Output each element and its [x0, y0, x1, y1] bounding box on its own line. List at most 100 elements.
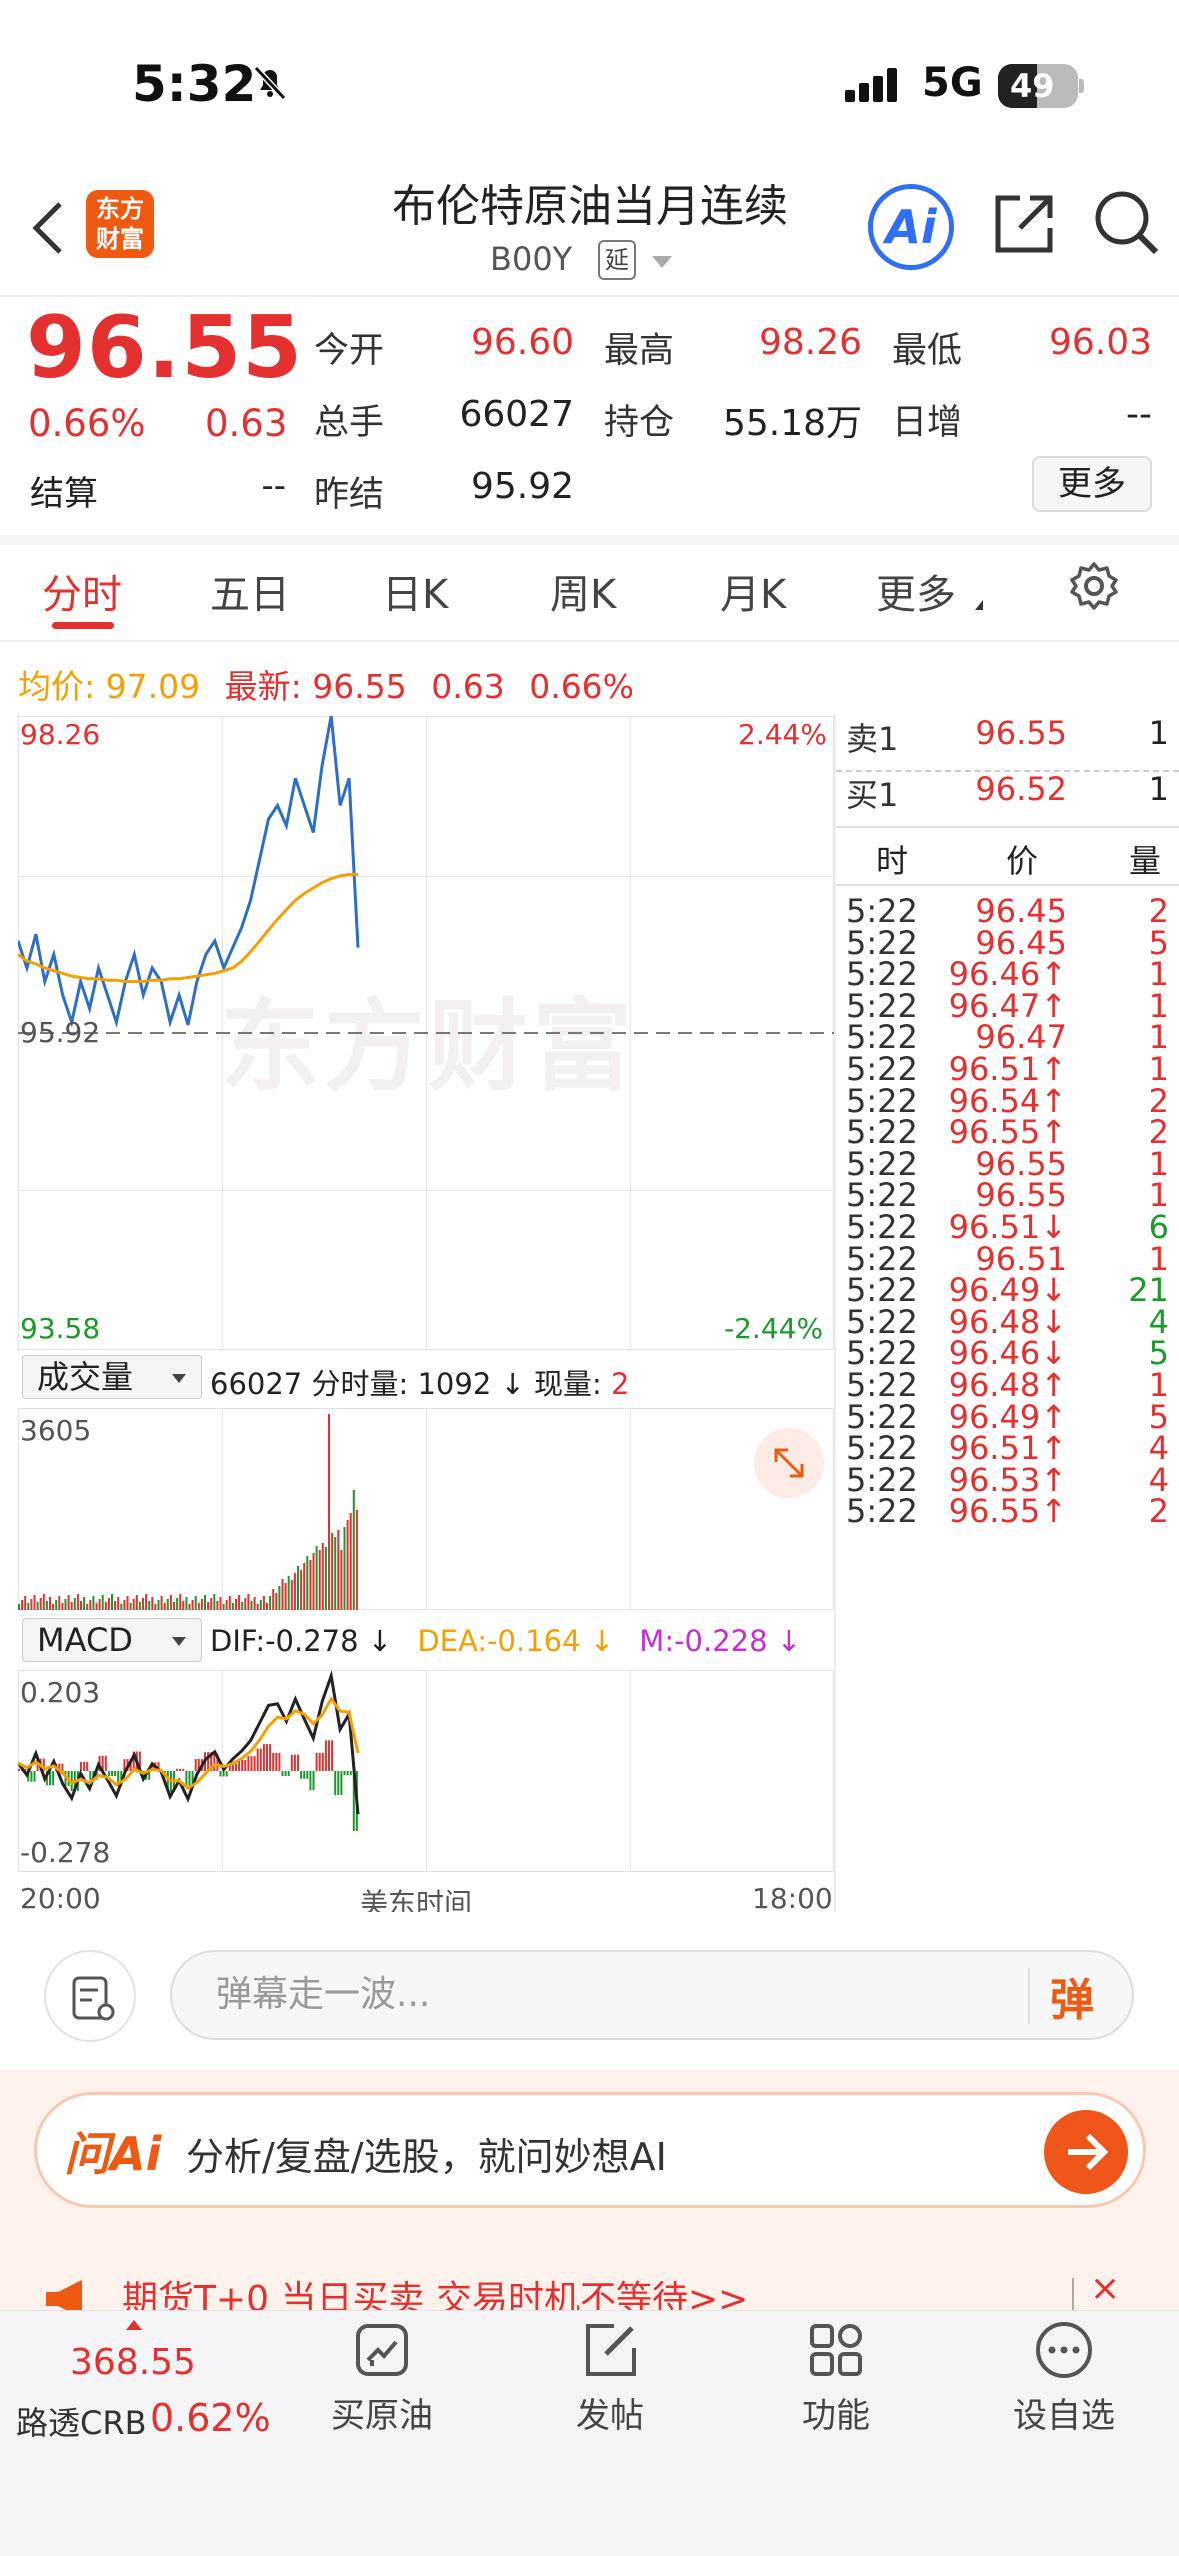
axis-mid-label: 95.92	[20, 1016, 101, 1049]
macd-bar	[297, 1754, 299, 1771]
macd-max-label: 0.203	[20, 1676, 101, 1709]
volume-bar	[188, 1604, 191, 1610]
avg-price-line	[18, 873, 358, 983]
more-button[interactable]: 更多	[1032, 456, 1152, 512]
volume-bar	[244, 1598, 247, 1610]
danmaku-toggle-icon[interactable]: 弹	[1050, 1964, 1094, 2028]
volume-bar	[132, 1599, 135, 1610]
volume-bar	[238, 1595, 241, 1610]
volume-bar	[185, 1597, 188, 1610]
header-qty: 量	[1128, 842, 1161, 880]
ai-go-button[interactable]	[1044, 2110, 1128, 2194]
tab-daily-k[interactable]: 日K	[382, 562, 448, 620]
macd-bar	[253, 1756, 256, 1771]
macd-bar	[33, 1771, 36, 1782]
active-tab-indicator	[52, 622, 114, 629]
volume-label: 总手	[314, 403, 385, 443]
interval-volume-arrow: ↓	[500, 1367, 525, 1401]
trade-row: 5:22 96.55↑ 2	[836, 1492, 1179, 1544]
macd-bar	[281, 1771, 284, 1777]
macd-bar	[107, 1771, 110, 1777]
volume-bar	[114, 1601, 117, 1610]
header-time: 时	[876, 842, 909, 880]
volume-bar	[148, 1601, 151, 1610]
volume-bar	[160, 1596, 163, 1610]
divider	[1028, 1968, 1030, 2024]
macd-min-label: -0.278	[20, 1836, 111, 1869]
danmaku-input[interactable]: 弹幕走一波...	[170, 1950, 1134, 2040]
dif-value: DIF:-0.278 ↓	[210, 1624, 393, 1658]
chevron-down-icon[interactable]	[652, 256, 672, 268]
nav-post[interactable]: 发帖	[530, 2320, 690, 2437]
note-button[interactable]	[44, 1950, 136, 2042]
tab-more[interactable]: 更多	[876, 562, 956, 620]
axis-low-pct: -2.44%	[724, 1312, 824, 1345]
macd-bar	[83, 1762, 86, 1771]
volume-bar	[293, 1573, 296, 1610]
settle-value: --	[261, 466, 286, 506]
volume-bar	[169, 1595, 172, 1610]
open-label: 今开	[314, 331, 385, 371]
volume-bar	[80, 1601, 82, 1610]
nav-buy-crude[interactable]: 买原油	[302, 2320, 462, 2437]
nav-label: 发帖	[576, 2396, 644, 2436]
crb-index-value[interactable]: 368.55	[70, 2342, 196, 2383]
volume-bar	[27, 1603, 30, 1610]
header-price: 价	[1006, 842, 1039, 880]
macd-bar	[259, 1748, 262, 1771]
search-icon[interactable]	[1092, 188, 1162, 258]
expand-icon	[774, 1448, 804, 1478]
volume-bar	[166, 1599, 169, 1610]
time-start-label: 20:00	[20, 1882, 101, 1915]
macd-plot	[18, 1670, 360, 1831]
nav-add-watchlist[interactable]: 设自选	[984, 2320, 1144, 2437]
macd-info: DIF:-0.278 ↓ DEA:-0.164 ↓ M:-0.228 ↓	[210, 1624, 801, 1658]
tab-five-day[interactable]: 五日	[210, 562, 290, 620]
interval-volume-value: 1092	[417, 1367, 492, 1401]
macd-bar	[331, 1740, 334, 1771]
macd-bar	[176, 1768, 179, 1771]
divider	[0, 535, 1179, 545]
battery-level: 49	[1010, 67, 1055, 105]
axis-high-label: 98.26	[20, 718, 101, 751]
app-logo: 东方 财富	[86, 190, 154, 258]
tab-weekly-k[interactable]: 周K	[550, 562, 616, 620]
volume-bars	[18, 1414, 358, 1610]
gear-icon[interactable]	[1068, 560, 1120, 612]
expand-button[interactable]	[754, 1428, 824, 1498]
instrument-symbol: B00Y	[490, 240, 573, 278]
divider	[0, 640, 1179, 642]
ai-prompt-text[interactable]: 分析/复盘/选股，就问妙想AI	[186, 2126, 667, 2181]
share-icon[interactable]	[990, 190, 1058, 258]
volume-bar	[151, 1597, 154, 1610]
prev-settle-value: 95.92	[470, 466, 574, 507]
volume-bar	[222, 1604, 225, 1610]
status-time: 5:32	[132, 55, 257, 113]
volume-bar	[324, 1547, 327, 1610]
macd-bar	[104, 1755, 107, 1771]
close-icon[interactable]: ×	[1090, 2268, 1120, 2309]
volume-bar	[89, 1600, 92, 1610]
chevron-down-icon	[172, 1374, 186, 1383]
volume-bar	[337, 1530, 340, 1610]
volume-bar	[18, 1604, 20, 1610]
ai-button[interactable]: Ai	[868, 184, 954, 270]
volume-bar	[207, 1602, 210, 1610]
chart-icon	[356, 2324, 408, 2376]
crb-index-name[interactable]: 路透CRB	[16, 2398, 147, 2444]
crb-index-change[interactable]: 0.62%	[150, 2396, 271, 2440]
back-icon[interactable]	[28, 200, 68, 256]
tab-intraday[interactable]: 分时	[42, 562, 122, 620]
daily-increase-value: --	[1126, 394, 1152, 435]
macd-bar	[278, 1752, 281, 1771]
latest-change-pct: 0.66%	[529, 667, 635, 706]
macd-bar	[287, 1771, 290, 1777]
nav-functions[interactable]: 功能	[756, 2320, 916, 2437]
volume-bar	[64, 1599, 67, 1610]
tab-monthly-k[interactable]: 月K	[720, 562, 786, 620]
signal-icon	[845, 68, 897, 102]
volume-bar	[241, 1602, 244, 1610]
battery-indicator: 49	[998, 64, 1084, 108]
macd-bar	[247, 1756, 250, 1771]
macd-bar	[309, 1771, 312, 1791]
